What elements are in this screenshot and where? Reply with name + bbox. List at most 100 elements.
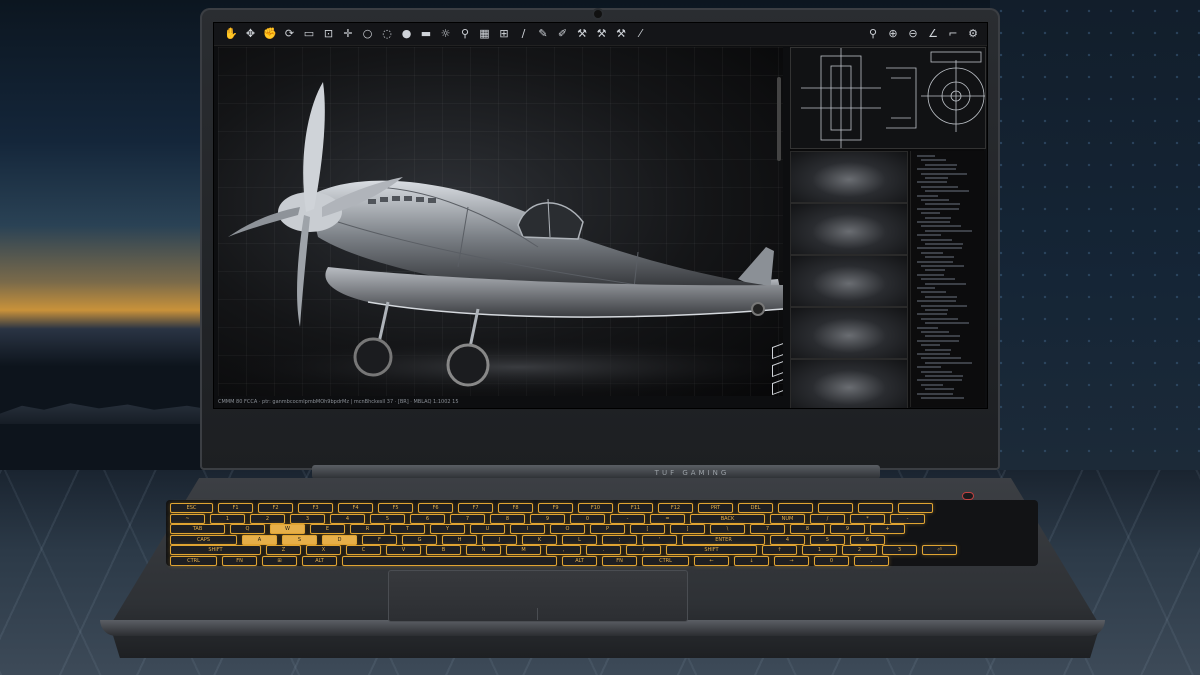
keyboard-key[interactable]: X — [306, 545, 341, 556]
tree-item[interactable] — [925, 190, 969, 193]
tree-item[interactable] — [921, 199, 949, 201]
sphere-icon[interactable]: ● — [400, 27, 414, 41]
keyboard-key[interactable]: - — [610, 513, 645, 524]
keyboard-key[interactable]: B — [426, 545, 461, 556]
crop-icon[interactable]: ⌐ — [946, 27, 960, 41]
tree-item[interactable] — [925, 269, 945, 272]
grid-icon[interactable]: ▦ — [478, 27, 492, 41]
keyboard-key[interactable]: F10 — [578, 503, 613, 513]
keyboard-key[interactable]: 6 — [410, 513, 445, 524]
touchpad[interactable] — [388, 570, 688, 622]
tree-item[interactable] — [921, 172, 967, 175]
keyboard-key[interactable]: 3 — [290, 513, 325, 524]
tree-item[interactable] — [921, 159, 946, 162]
keyboard-key[interactable]: U — [470, 524, 505, 535]
keyboard-key[interactable]: 0 — [570, 513, 605, 524]
pan-icon[interactable]: ✥ — [244, 27, 258, 41]
tree-item[interactable] — [921, 344, 940, 347]
tree-item[interactable] — [921, 317, 958, 320]
keyboard-key[interactable]: W — [270, 524, 305, 535]
keyboard-key[interactable]: PRT — [698, 503, 733, 513]
keyboard-key[interactable]: S — [282, 534, 317, 545]
tree-item[interactable] — [925, 282, 966, 285]
tree-item[interactable] — [917, 353, 950, 355]
draw-icon[interactable]: ✎ — [536, 27, 550, 41]
tree-item[interactable] — [925, 335, 960, 338]
tree-item[interactable] — [917, 155, 935, 157]
keyboard-key[interactable]: F9 — [538, 503, 573, 513]
keyboard-key[interactable]: F — [362, 534, 397, 545]
keyboard-key[interactable]: 4 — [770, 534, 805, 545]
thumbnail-jet-4[interactable] — [790, 307, 908, 359]
angle-icon[interactable]: ∠ — [926, 27, 940, 41]
tree-item[interactable] — [917, 313, 947, 316]
keyboard-key[interactable]: 7 — [750, 524, 785, 535]
keyboard-key[interactable]: D — [322, 534, 357, 545]
keyboard-key[interactable]: → — [774, 556, 809, 566]
rotate-icon[interactable]: ⟳ — [283, 27, 297, 41]
tree-item[interactable] — [917, 287, 935, 289]
keyboard-key[interactable]: . — [586, 545, 621, 556]
keyboard-key[interactable]: * — [850, 513, 885, 524]
keyboard-key[interactable]: H — [442, 534, 477, 545]
tree-item[interactable] — [925, 216, 951, 219]
tree-item[interactable] — [917, 392, 953, 395]
keyboard-key[interactable]: ALT — [302, 556, 337, 566]
keyboard-key[interactable]: ' — [642, 534, 677, 545]
tree-item[interactable] — [921, 265, 964, 267]
keyboard-key[interactable]: SHIFT — [666, 545, 757, 556]
keyboard-key[interactable]: TAB — [170, 524, 225, 535]
keyboard-key[interactable] — [858, 503, 893, 513]
keyboard-key[interactable]: 6 — [850, 534, 885, 545]
tree-item[interactable] — [917, 273, 944, 276]
tree-item[interactable] — [917, 181, 947, 184]
keyboard-key[interactable]: F8 — [498, 503, 533, 513]
keyboard-key[interactable]: Y — [430, 524, 465, 535]
keyboard-key[interactable]: DEL — [738, 503, 773, 513]
keyboard-key[interactable]: ⊞ — [262, 556, 297, 566]
tree-item[interactable] — [921, 397, 964, 399]
keyboard-key[interactable]: M — [506, 545, 541, 556]
tree-item[interactable] — [917, 300, 956, 303]
viewport-scrollbar[interactable] — [777, 77, 781, 161]
light-icon[interactable]: ☼ — [439, 27, 453, 41]
brush-icon[interactable]: ⁄ — [634, 27, 648, 41]
tree-item[interactable] — [917, 366, 941, 369]
keyboard-key[interactable]: \ — [710, 524, 745, 535]
tree-item[interactable] — [917, 260, 953, 263]
tree-item[interactable] — [921, 304, 967, 307]
tree-item[interactable] — [925, 163, 957, 166]
keyboard-key[interactable]: ~ — [170, 513, 205, 524]
measure-icon[interactable]: ∕ — [517, 27, 531, 41]
grab-icon[interactable]: ✊ — [263, 27, 277, 41]
tree-item[interactable] — [921, 331, 949, 333]
pen-icon[interactable]: ✐ — [556, 27, 570, 41]
tree-item[interactable] — [925, 309, 948, 311]
tool-icon[interactable]: ⚒ — [575, 27, 589, 41]
move-icon[interactable]: ✛ — [341, 27, 355, 41]
keyboard-key[interactable]: F6 — [418, 503, 453, 513]
keyboard-key[interactable]: 9 — [830, 524, 865, 535]
keyboard-key[interactable]: 2 — [842, 545, 877, 556]
keyboard-key[interactable]: NUM — [770, 513, 805, 524]
tree-item[interactable] — [921, 278, 955, 281]
zoom-out-icon[interactable]: ⊖ — [906, 27, 920, 41]
tree-item[interactable] — [917, 221, 950, 223]
keyboard-key[interactable]: G — [402, 534, 437, 545]
thumbnail-engine[interactable] — [790, 359, 908, 408]
thumbnail-jet-2[interactable] — [790, 203, 908, 255]
tree-item[interactable] — [917, 168, 956, 171]
keyboard-key[interactable]: 4 — [330, 513, 365, 524]
tree-item[interactable] — [921, 185, 958, 188]
tree-item[interactable] — [917, 339, 959, 342]
keyboard-key[interactable]: V — [386, 545, 421, 556]
keyboard-key[interactable]: Z — [266, 545, 301, 556]
keyboard-key[interactable]: F7 — [458, 503, 493, 513]
keyboard-key[interactable]: A — [242, 534, 277, 545]
tree-item[interactable] — [925, 388, 954, 391]
keyboard-key[interactable]: CTRL — [170, 556, 217, 566]
keyboard-key[interactable]: 5 — [370, 513, 405, 524]
keyboard-key[interactable]: 1 — [210, 513, 245, 524]
tree-item[interactable] — [921, 370, 952, 373]
keyboard-key[interactable]: FN — [602, 556, 637, 566]
